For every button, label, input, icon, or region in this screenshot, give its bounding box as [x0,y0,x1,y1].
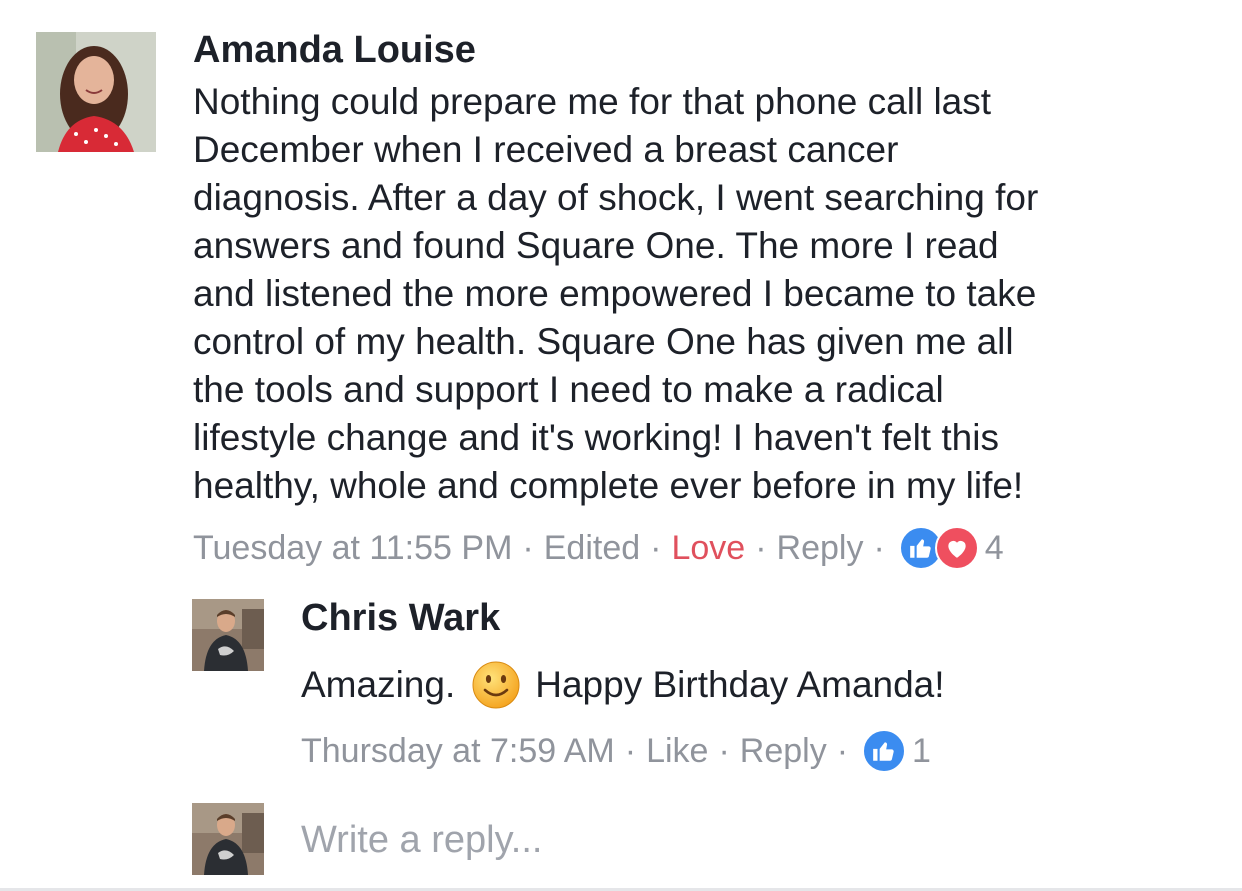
comment-timestamp[interactable]: Tuesday at 11:55 PM [193,528,512,568]
reply-button[interactable]: Reply [777,528,864,568]
edited-label[interactable]: Edited [544,528,640,568]
reaction-count: 1 [912,732,931,770]
slightly-smiling-face-icon [471,660,521,710]
comment-body: Nothing could prepare me for that phone … [193,78,1233,510]
like-icon [862,729,907,773]
separator-dot: · [836,732,849,770]
comment-line: diagnosis. After a day of shock, I went … [193,177,1039,218]
comment-line: lifestyle change and it's working! I hav… [193,417,999,458]
profile-photo-icon [36,32,156,152]
comment-author-name[interactable]: Amanda Louise [193,28,476,72]
separator-dot: · [624,732,637,770]
separator-dot: · [650,529,662,567]
avatar-chris-wark[interactable] [192,599,264,671]
reaction-summary[interactable]: 1 [862,729,931,773]
love-reaction-button[interactable]: Love [671,528,745,568]
comment-line: December when I received a breast cancer [193,129,899,170]
profile-photo-icon [192,803,264,875]
comment-line: Nothing could prepare me for that phone … [193,81,992,122]
separator-dot: · [522,529,534,567]
like-button[interactable]: Like [646,731,708,771]
separator-dot: · [755,529,767,567]
comment-line: and listened the more empowered I became… [193,273,1037,314]
comment-line: the tools and support I need to make a r… [193,369,944,410]
reply-meta: Thursday at 7:59 AM · Like · Reply · 1 [301,729,931,773]
love-icon [934,526,979,570]
reply-timestamp[interactable]: Thursday at 7:59 AM [301,731,615,771]
separator-dot: · [873,529,885,567]
reaction-summary[interactable]: 4 [898,526,1004,570]
reaction-count: 4 [984,529,1004,567]
reply-text-end: Happy Birthday Amanda! [535,664,945,705]
avatar-amanda-louise[interactable] [36,32,156,152]
comment-line: healthy, whole and complete ever before … [193,465,1024,506]
avatar-current-user[interactable] [192,803,264,875]
comment-meta: Tuesday at 11:55 PM · Edited · Love · Re… [193,526,1004,570]
reply-body: Amazing. Happy Birthday Amanda! [301,660,945,710]
reply-button[interactable]: Reply [740,731,827,771]
comment-line: answers and found Square One. The more I… [193,225,999,266]
comment-line: control of my health. Square One has giv… [193,321,1014,362]
reply-text-start: Amazing. [301,664,456,705]
separator-dot: · [718,732,730,770]
reply-author-name[interactable]: Chris Wark [301,596,500,640]
profile-photo-icon [192,599,264,671]
write-reply-input[interactable] [301,816,1201,864]
